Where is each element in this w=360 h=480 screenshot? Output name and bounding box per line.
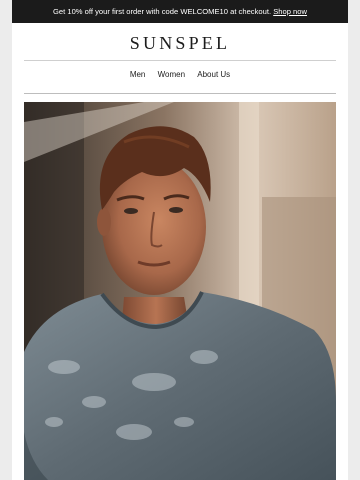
- nav-item-men[interactable]: Men: [130, 70, 146, 79]
- promo-banner: Get 10% off your first order with code W…: [12, 0, 348, 23]
- divider-top: [24, 60, 336, 61]
- promo-text: Get 10% off your first order with code W…: [53, 7, 272, 16]
- main-nav: Men Women About Us: [12, 70, 348, 79]
- hero-photo: [24, 102, 336, 480]
- nav-item-women[interactable]: Women: [158, 70, 185, 79]
- hero-image[interactable]: [24, 102, 336, 480]
- email-frame: Get 10% off your first order with code W…: [12, 0, 348, 480]
- shop-now-link[interactable]: Shop now: [273, 7, 307, 16]
- divider-bottom: [24, 93, 336, 94]
- nav-item-about-us[interactable]: About Us: [197, 70, 230, 79]
- brand-logo[interactable]: SUNSPEL: [12, 33, 348, 54]
